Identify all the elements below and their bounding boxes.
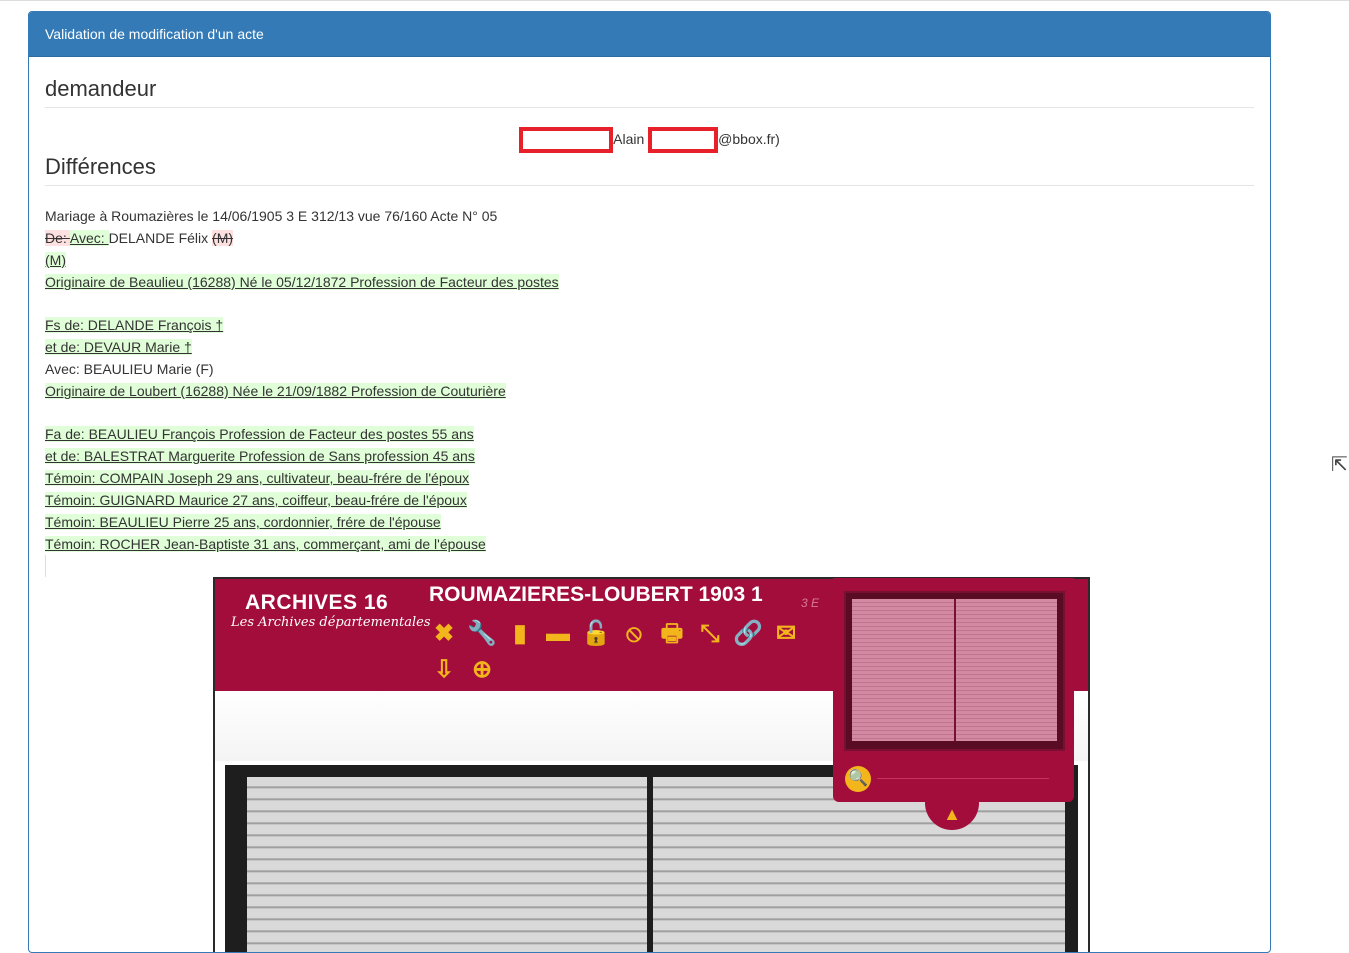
basket-add-icon[interactable]: ⊕ [467,655,497,685]
diff-header-line: Mariage à Roumazières le 14/06/1905 3 E … [45,208,498,224]
inserted-text: Témoin: GUIGNARD Maurice 27 ans, coiffeu… [45,492,467,508]
archives-logo: ARCHIVES 16 [245,591,389,614]
inserted-text: Témoin: COMPAIN Joseph 29 ans, cultivate… [45,470,470,486]
top-border [0,0,1349,1]
mail-icon[interactable]: ✉ [771,619,801,649]
unlock-icon[interactable]: 🔓 [581,619,611,649]
requester-name: Alain [613,131,645,147]
inserted-text: Fa de: BEAULIEU François Profession de F… [45,426,474,442]
resize-icon[interactable]: ⤡ [695,619,725,649]
requester-email-suffix: @bbox.fr) [718,131,780,147]
register-page-right [653,777,1065,952]
vertical-split-icon[interactable]: ▮ [505,619,535,649]
zoom-slider[interactable] [877,778,1049,779]
inserted-text: Originaire de Loubert (16288) Née le 21/… [45,383,506,399]
unchanged-text: DELANDE Félix [108,230,213,246]
thumbnail-panel: 🔍 ▲ [833,578,1074,830]
requester-title: demandeur [45,75,1254,108]
inserted-text: Fs de: DELANDE François † [45,317,224,333]
inserted-text: Originaire de Beaulieu (16288) Né le 05/… [45,274,559,290]
wrench-icon[interactable]: 🔧 [467,619,497,649]
differences-content: Mariage à Roumazières le 14/06/1905 3 E … [45,205,559,577]
viewer-code: 3 E [801,596,820,610]
validation-panel: Validation de modification d'un acte dem… [28,11,1271,953]
inserted-text: Témoin: ROCHER Jean-Baptiste 31 ans, com… [45,536,486,552]
register-page-left [247,777,647,952]
redacted-box [648,127,719,154]
requester-line: Alain @bbox.fr) [29,122,1270,156]
inserted-text: et de: BALESTRAT Marguerite Profession d… [45,448,475,464]
horizontal-split-icon[interactable]: ▬ [543,619,573,649]
viewer-title: ROUMAZIERES-LOUBERT 1903 1 [429,583,763,606]
diff-line-spouse: De: Avec: DELANDE Félix (M) [45,227,559,249]
redacted-box [519,127,614,154]
inserted-text: Témoin: BEAULIEU Pierre 25 ans, cordonni… [45,514,441,530]
print-icon[interactable]: 🖶 [657,619,687,649]
zoom-icon[interactable]: 🔍 [845,766,871,792]
inserted-text: Avec: [69,230,109,246]
inserted-empty-line [45,555,47,577]
inserted-text: (M) [45,252,66,268]
close-icon[interactable]: ✖ [429,619,459,649]
link-icon[interactable]: 🔗 [733,619,763,649]
deleted-text: (M) [212,230,234,246]
forbidden-icon[interactable]: ⦸ [619,619,649,649]
archives-logo-subtitle: Les Archives départementales [231,615,431,630]
differences-title: Différences [45,153,1254,186]
unchanged-text: Avec: BEAULIEU Marie (F) [45,361,214,377]
panel-heading: Validation de modification d'un acte [29,12,1270,57]
thumbnail-image[interactable] [844,591,1065,751]
download-icon[interactable]: ⇩ [429,655,459,685]
mouse-cursor-icon: ⇱ [1331,454,1348,476]
inserted-text: et de: DEVAUR Marie † [45,339,192,355]
deleted-text: De: [45,230,70,246]
